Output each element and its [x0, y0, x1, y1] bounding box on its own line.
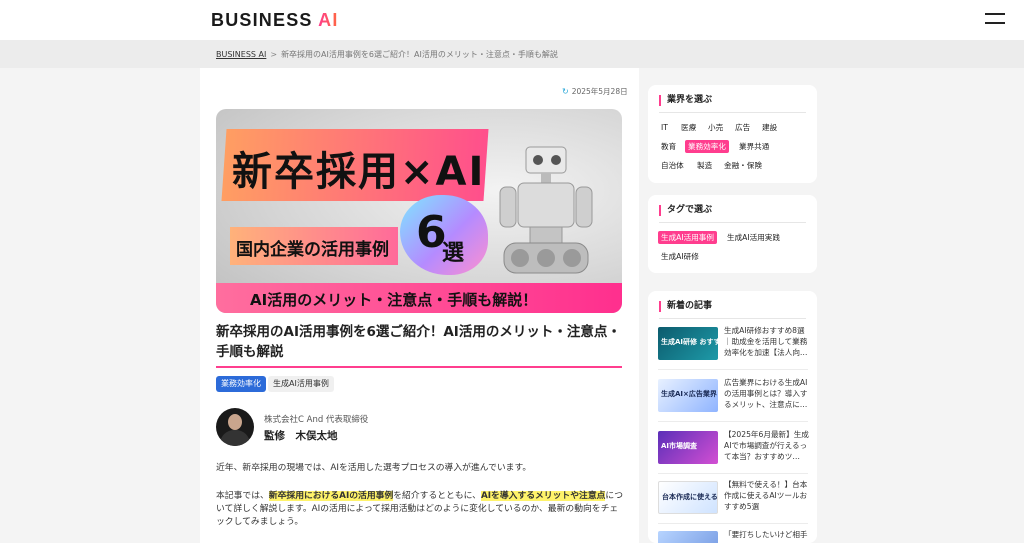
menu-icon[interactable] [985, 13, 1005, 25]
summary-paragraph: 本記事では、新卒採用におけるAIの活用事例を紹介するとともに、AIを導入するメリ… [216, 491, 624, 527]
author-name: 監修 木俣太地 [264, 430, 338, 442]
article-title: 新卒採用のAI活用事例を6選ご紹介！AI活用のメリット・注意点・手順も解説 [216, 324, 621, 360]
latest-article-item[interactable]: 生成AI×広告業界 広告業界における生成AIの活用事例とは？導入するメリット、注… [658, 377, 808, 422]
article-link-text: 広告業界における生成AIの活用事例とは？導入するメリット、注意点に… [724, 378, 808, 409]
article-thumbnail: 生成AI×広告業界 [658, 379, 718, 412]
hero-title: 新卒採用×AI [232, 149, 486, 195]
logo-text: BUSINESS [211, 10, 319, 30]
robot-illustration [499, 146, 593, 274]
industry-tag-retail[interactable]: 小売 [705, 121, 726, 134]
industry-tag-manufacturing[interactable]: 製造 [694, 159, 715, 172]
article-link-text: 【2025年6月最新】生成AIで市場調査が行えるって本当？おすすめツ… [724, 430, 809, 461]
tag-genai-case[interactable]: 生成AI活用事例 [268, 376, 334, 392]
industry-tag-ad[interactable]: 広告 [732, 121, 753, 134]
hero-number-suffix: 選 [442, 241, 465, 266]
update-icon: ↻ [562, 87, 569, 96]
author-avatar [216, 408, 254, 446]
highlight-merits: AIを導入するメリットや注意点 [480, 491, 606, 501]
author-company: 株式会社C And 代表取締役 [264, 415, 369, 425]
article-thumbnail: 生成AI研修 おすすめ8選 [658, 327, 718, 360]
publish-date: ↻ 2025年5月28日 [562, 86, 628, 97]
site-logo[interactable]: BUSINESS AI [211, 10, 339, 31]
latest-article-item[interactable]: 生成AI研修 おすすめ8選 生成AI研修おすすめ8選｜助成金を活用して業務効率化… [658, 325, 808, 370]
article-thumbnail: AI市場調査 [658, 431, 718, 464]
tag-genai-practice-link[interactable]: 生成AI活用実践 [724, 231, 783, 244]
latest-article-item[interactable]: 台本作成に使えるAIツール 5選 【無料で使える！】台本作成に使えるAIツールお… [658, 479, 808, 524]
title-underline [216, 366, 622, 368]
article-thumbnail: 台本作成に使えるAIツール 5選 [658, 481, 718, 514]
breadcrumb-separator: > [270, 50, 278, 59]
article-link-text: 「要打ちしたいけど相手 [724, 530, 808, 539]
hero-image: 新卒採用×AI 国内企業の活用事例 6 選 AI活用のメリット・注意点・手順も解… [216, 109, 622, 313]
latest-article-item[interactable]: 「要打ちしたいけど相手 [658, 529, 808, 543]
latest-articles-card: 新着の記事 生成AI研修 おすすめ8選 生成AI研修おすすめ8選｜助成金を活用し… [648, 291, 817, 543]
hero-bottom-text: AI活用のメリット・注意点・手順も解説！ [250, 291, 538, 309]
breadcrumb: BUSINESS AI > 新卒採用のAI活用事例を6選ご紹介！AI活用のメリット・… [216, 49, 558, 60]
tag-genai-case-link[interactable]: 生成AI活用事例 [658, 231, 717, 244]
intro-paragraph: 近年、新卒採用の現場では、AIを活用した選考プロセスの導入が進んでいます。 [216, 463, 532, 473]
tag-card: タグで選ぶ 生成AI活用事例 生成AI活用実践 生成AI研修 [648, 195, 817, 273]
article-link-text: 【無料で使える！】台本作成に使えるAIツールおすすめ5選 [724, 480, 808, 511]
article-thumbnail [658, 531, 718, 543]
industry-card: 業界を選ぶ IT 医療 小売 広告 建設 教育 業務効率化 業界共通 自治体 製… [648, 85, 817, 183]
date-text: 2025年5月28日 [571, 87, 628, 96]
latest-article-item[interactable]: AI市場調査 【2025年6月最新】生成AIで市場調査が行えるって本当？おすすめ… [658, 429, 809, 474]
tag-card-title: タグで選ぶ [659, 205, 712, 216]
article-link-text: 生成AI研修おすすめ8選｜助成金を活用して業務効率化を加速【法人向… [724, 326, 808, 357]
logo-ai-text: AI [318, 10, 339, 30]
industry-title: 業界を選ぶ [659, 95, 712, 106]
industry-tag-construction[interactable]: 建設 [759, 121, 780, 134]
industry-tag-finance[interactable]: 金融・保険 [721, 159, 765, 172]
industry-tag-it[interactable]: IT [658, 121, 671, 134]
tag-business-efficiency[interactable]: 業務効率化 [216, 376, 266, 392]
industry-tag-municipality[interactable]: 自治体 [658, 159, 687, 172]
hero-subtitle: 国内企業の活用事例 [236, 240, 389, 260]
industry-tag-education[interactable]: 教育 [658, 140, 679, 153]
industry-tag-medical[interactable]: 医療 [678, 121, 699, 134]
breadcrumb-home-link[interactable]: BUSINESS AI [216, 50, 266, 59]
tag-genai-training-link[interactable]: 生成AI研修 [658, 250, 702, 263]
industry-tag-common[interactable]: 業界共通 [736, 140, 772, 153]
latest-title: 新着の記事 [659, 301, 712, 312]
highlight-cases: 新卒採用におけるAIの活用事例 [268, 491, 394, 501]
industry-tag-efficiency[interactable]: 業務効率化 [685, 140, 729, 153]
breadcrumb-current: 新卒採用のAI活用事例を6選ご紹介！AI活用のメリット・注意点・手順も解説 [281, 50, 558, 59]
site-header: BUSINESS AI [0, 0, 1024, 40]
